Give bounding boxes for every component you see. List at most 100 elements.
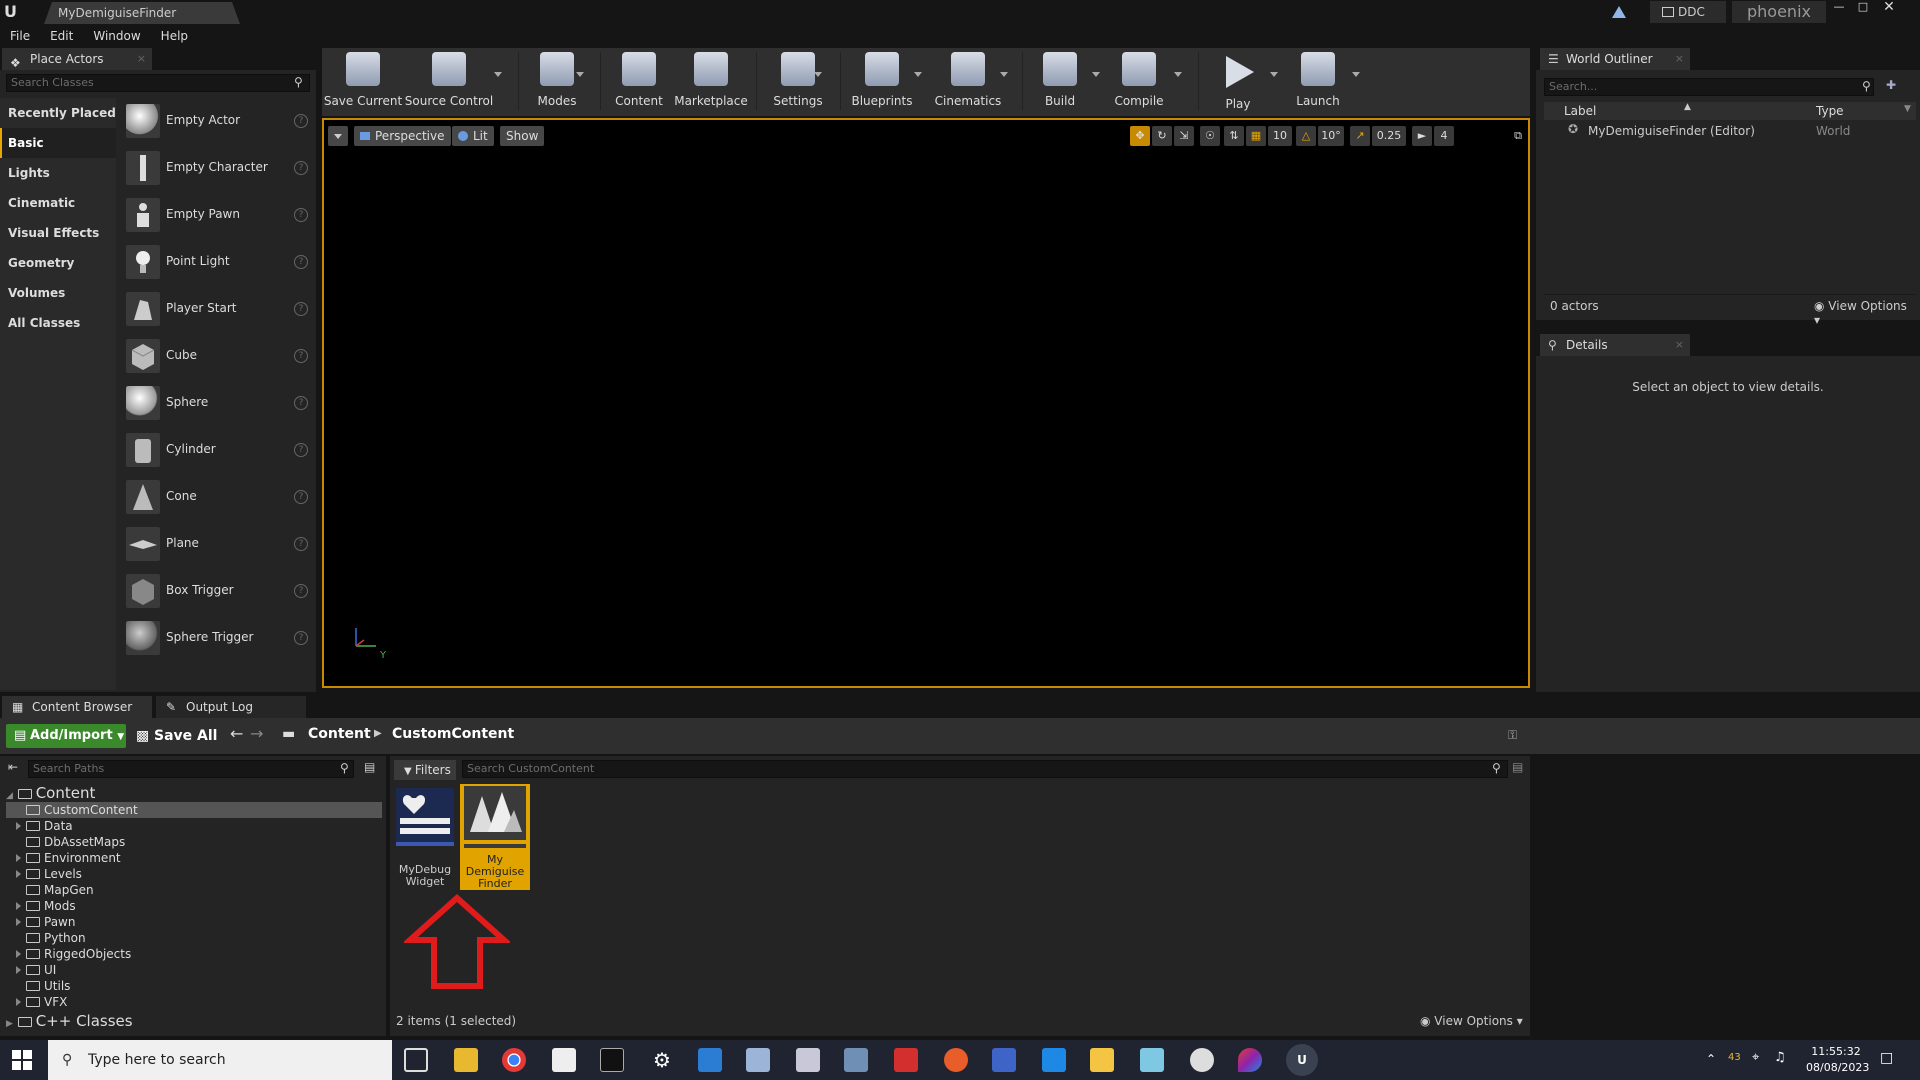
ddc-button[interactable]: DDC <box>1650 1 1726 23</box>
tree-item-customcontent[interactable]: CustomContent <box>6 802 382 818</box>
modes-button[interactable]: Modes <box>522 48 592 116</box>
chevron-down-icon[interactable] <box>914 72 922 77</box>
tree-item-data[interactable]: Data <box>6 818 382 834</box>
category-lights[interactable]: Lights <box>0 158 116 188</box>
actor-item[interactable]: Point Light? <box>122 239 312 286</box>
maximize-icon[interactable]: □ <box>1852 0 1874 16</box>
terminal-icon[interactable] <box>600 1048 624 1072</box>
forward-arrow-icon[interactable]: → <box>250 724 263 743</box>
chrome-icon[interactable] <box>502 1048 526 1072</box>
category-geometry[interactable]: Geometry <box>0 248 116 278</box>
back-arrow-icon[interactable]: ← <box>230 724 243 743</box>
save-current-button[interactable]: Save Current <box>322 48 404 116</box>
actor-item[interactable]: Sphere Trigger? <box>122 615 312 662</box>
translate-tool-icon[interactable]: ✥ <box>1130 126 1150 146</box>
app-icon[interactable] <box>992 1048 1016 1072</box>
actor-item[interactable]: Plane? <box>122 521 312 568</box>
chevron-down-icon[interactable] <box>1270 72 1278 77</box>
help-icon[interactable]: ? <box>294 443 308 457</box>
chevron-down-icon[interactable] <box>1000 72 1008 77</box>
app-icon[interactable] <box>1042 1048 1066 1072</box>
task-view-icon[interactable] <box>404 1048 428 1072</box>
volume-icon[interactable]: ♫ <box>1774 1050 1786 1065</box>
chevron-down-icon[interactable] <box>1174 72 1182 77</box>
tree-item-utils[interactable]: Utils <box>6 978 382 994</box>
user-tab[interactable]: phoenix <box>1732 1 1826 23</box>
compile-button[interactable]: Compile <box>1104 48 1174 116</box>
search-content-input[interactable]: Search CustomContent <box>462 760 1508 778</box>
unreal-engine-icon[interactable]: U <box>1286 1044 1318 1076</box>
tree-item-pawn[interactable]: Pawn <box>6 914 382 930</box>
viewport-options-button[interactable] <box>328 126 348 146</box>
camera-speed-icon[interactable]: ► <box>1412 126 1432 146</box>
chevron-up-icon[interactable]: ⌃ <box>1706 1052 1716 1066</box>
file-explorer-icon[interactable] <box>454 1048 478 1072</box>
chevron-down-icon[interactable] <box>576 72 584 77</box>
help-icon[interactable]: ? <box>294 349 308 363</box>
help-icon[interactable]: ? <box>294 255 308 269</box>
grid-snap-value[interactable]: 10 <box>1268 126 1292 146</box>
view-options-button[interactable]: ◉ View Options ▾ <box>1420 1014 1523 1028</box>
category-all-classes[interactable]: All Classes <box>0 308 116 338</box>
help-icon[interactable]: ? <box>294 114 308 128</box>
pin-icon[interactable]: ✚ <box>1886 78 1896 92</box>
menu-help[interactable]: Help <box>161 26 188 46</box>
chevron-right-icon[interactable] <box>16 822 21 830</box>
category-visual-effects[interactable]: Visual Effects <box>0 218 116 248</box>
tab-close-icon[interactable]: × <box>137 48 146 70</box>
help-icon[interactable]: ? <box>294 161 308 175</box>
lock-icon[interactable]: ⚿ <box>1508 728 1517 743</box>
tray-badge[interactable]: 43 <box>1728 1052 1741 1063</box>
help-icon[interactable]: ? <box>294 537 308 551</box>
tab-close-icon[interactable]: × <box>1675 334 1684 356</box>
collapse-sources-icon[interactable]: ⇤ <box>8 760 18 774</box>
help-icon[interactable]: ? <box>294 631 308 645</box>
tab-content-browser[interactable]: ▦ Content Browser <box>2 696 152 718</box>
world-space-icon[interactable]: ☉ <box>1200 126 1220 146</box>
chevron-right-icon[interactable] <box>16 902 21 910</box>
rotate-tool-icon[interactable]: ↻ <box>1152 126 1172 146</box>
pdf-reader-icon[interactable] <box>894 1048 918 1072</box>
menu-file[interactable]: File <box>10 26 30 46</box>
scale-tool-icon[interactable]: ⇲ <box>1174 126 1194 146</box>
category-recently-placed[interactable]: Recently Placed <box>0 98 116 128</box>
search-classes-input[interactable]: Search Classes <box>6 74 310 92</box>
source-control-status-icon[interactable] <box>1610 4 1628 20</box>
chevron-down-icon[interactable] <box>1092 72 1100 77</box>
help-icon[interactable]: ? <box>294 302 308 316</box>
source-control-button[interactable]: Source Control <box>404 48 494 116</box>
save-search-icon[interactable]: ▤ <box>1512 760 1523 774</box>
actor-item[interactable]: Player Start? <box>122 286 312 333</box>
actor-item[interactable]: Cylinder? <box>122 427 312 474</box>
tree-item-vfx[interactable]: VFX <box>6 994 382 1010</box>
actor-item[interactable]: Sphere? <box>122 380 312 427</box>
blueprints-button[interactable]: Blueprints <box>846 48 918 116</box>
tree-root-content[interactable]: ◢ Content <box>6 784 382 802</box>
network-icon[interactable]: ⌖ <box>1752 1050 1759 1065</box>
search-icon[interactable]: ⚲ <box>294 75 303 89</box>
breadcrumb-content[interactable]: Content <box>308 726 371 742</box>
outliner-row[interactable]: ✪ MyDemiguiseFinder (Editor) World <box>1544 122 1916 140</box>
details-tab[interactable]: ⚲ Details × <box>1540 334 1690 356</box>
windows-start-icon[interactable] <box>12 1050 32 1070</box>
play-button[interactable]: Play <box>1202 48 1274 116</box>
gear-icon[interactable]: ⚙ <box>650 1048 674 1072</box>
world-outliner-tab[interactable]: ☰ World Outliner × <box>1540 48 1690 70</box>
chevron-right-icon[interactable] <box>16 918 21 926</box>
chevron-right-icon[interactable] <box>16 966 21 974</box>
chevron-down-icon[interactable] <box>1352 72 1360 77</box>
level-viewport[interactable]: Perspective Lit Show ✥ ↻ ⇲ ☉ ⇅ ▦ 10 △ 10… <box>322 118 1530 688</box>
surface-snap-icon[interactable]: ⇅ <box>1224 126 1244 146</box>
taskbar-search-input[interactable]: ⚲ Type here to search <box>48 1040 392 1080</box>
help-icon[interactable]: ? <box>294 584 308 598</box>
outliner-search-input[interactable]: Search... <box>1544 78 1874 96</box>
actor-item[interactable]: Empty Actor? <box>122 98 312 145</box>
marketplace-button[interactable]: Marketplace <box>672 48 750 116</box>
tree-item-riggedobjects[interactable]: RiggedObjects <box>6 946 382 962</box>
chevron-down-icon[interactable]: ▼ <box>1904 104 1911 114</box>
help-icon[interactable]: ? <box>294 490 308 504</box>
notification-icon[interactable]: □ <box>1880 1050 1893 1066</box>
perspective-button[interactable]: Perspective <box>354 126 451 146</box>
menu-edit[interactable]: Edit <box>50 26 73 46</box>
camera-speed-value[interactable]: 4 <box>1434 126 1454 146</box>
